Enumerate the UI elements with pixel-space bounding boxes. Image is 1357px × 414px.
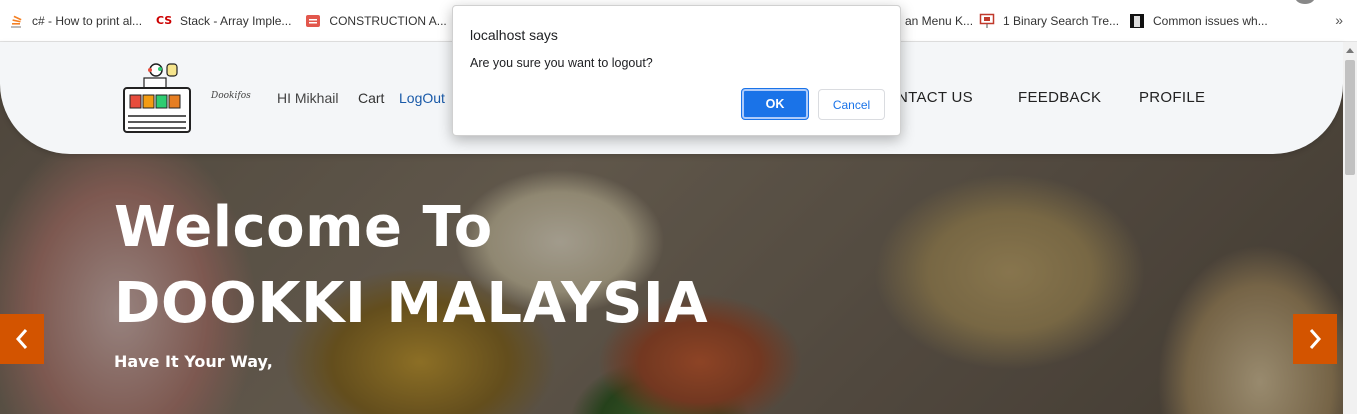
cart-link[interactable]: Cart (358, 90, 384, 106)
hero-title: Welcome To DOOKKI MALAYSIA (114, 190, 708, 342)
hero-title-line2: DOOKKI MALAYSIA (114, 271, 709, 336)
chevron-right-icon (1309, 329, 1322, 349)
bookmarks-overflow-icon[interactable]: » (1335, 12, 1343, 28)
bookmark-label: an Menu K... (905, 13, 974, 28)
building-icon (1129, 13, 1145, 29)
logout-link[interactable]: LogOut (399, 90, 445, 106)
carousel-next-button[interactable] (1293, 314, 1337, 364)
stackoverflow-icon (8, 13, 24, 29)
bookmark-1[interactable]: CS Stack - Array Imple... (156, 7, 291, 35)
ok-button[interactable]: OK (741, 88, 809, 120)
carousel-prev-button[interactable] (0, 314, 44, 364)
dialog-message: Are you sure you want to logout? (470, 56, 653, 70)
bookmark-3[interactable]: an Menu K... (905, 7, 973, 35)
hero-subtitle: Have It Your Way, (114, 352, 273, 371)
nav-feedback[interactable]: FEEDBACK (1018, 89, 1101, 106)
nav-profile[interactable]: PROFILE (1139, 89, 1205, 106)
chevron-left-icon (15, 329, 28, 349)
hero-title-line1: Welcome To (114, 195, 493, 260)
dialog-title: localhost says (470, 27, 558, 43)
bookmark-0[interactable]: c# - How to print al... (8, 7, 142, 35)
bookmark-5[interactable]: Common issues wh... (1129, 7, 1268, 35)
bookmark-label: Stack - Array Imple... (180, 13, 292, 28)
bookmark-label: c# - How to print al... (32, 13, 143, 28)
bookmark-label: CONSTRUCTION A... (329, 13, 447, 28)
bookmark-4[interactable]: 1 Binary Search Tre... (979, 7, 1119, 35)
logout-confirm-dialog: localhost says Are you sure you want to … (452, 5, 901, 136)
bookmark-2[interactable]: CONSTRUCTION A... (305, 7, 447, 35)
cancel-button[interactable]: Cancel (818, 89, 885, 120)
dookki-logo-icon[interactable] (120, 60, 194, 136)
scroll-up-icon[interactable] (1346, 48, 1354, 53)
user-greeting: HI Mikhail (277, 90, 339, 106)
brand-name: Dookifos (211, 91, 251, 101)
scrollbar-thumb[interactable] (1345, 60, 1355, 175)
cs-icon: CS (155, 14, 173, 27)
presentation-icon (979, 13, 995, 29)
construction-icon (305, 13, 321, 29)
bookmark-label: 1 Binary Search Tre... (1003, 13, 1120, 28)
bookmark-label: Common issues wh... (1153, 13, 1268, 28)
